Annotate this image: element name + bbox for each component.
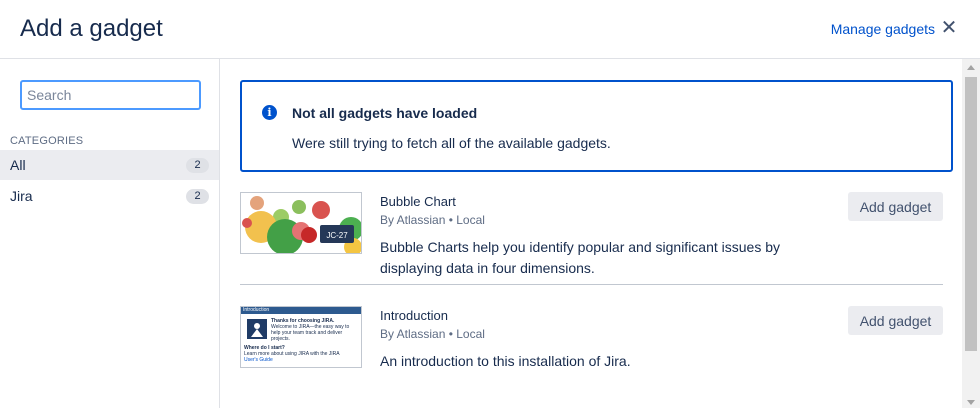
bubble-chart-tooltip: JC-27 [326, 231, 348, 240]
add-gadget-button[interactable]: Add gadget [848, 192, 943, 221]
scroll-down-arrow-icon[interactable] [967, 400, 975, 405]
category-label: All [10, 157, 26, 173]
gadget-list-panel: i Not all gadgets have loaded Were still… [220, 59, 962, 408]
intro-thumbnail-title: Introduction [241, 307, 361, 314]
category-count-badge: 2 [186, 189, 209, 204]
introduction-thumbnail: Introduction Thanks for choosing JIRA. W… [240, 306, 362, 368]
vertical-scrollbar[interactable] [962, 59, 980, 408]
jira-logo-icon [247, 319, 267, 339]
info-icon: i [262, 105, 277, 120]
manage-gadgets-link[interactable]: Manage gadgets [831, 21, 935, 37]
scroll-up-arrow-icon[interactable] [967, 65, 975, 70]
add-gadget-button[interactable]: Add gadget [848, 306, 943, 335]
category-count-badge: 2 [186, 158, 209, 173]
category-item-jira[interactable]: Jira 2 [0, 181, 219, 211]
gadget-item-introduction: Introduction Thanks for choosing JIRA. W… [240, 306, 943, 406]
gadget-author: By Atlassian • Local [380, 213, 485, 227]
bubble-chart-thumbnail: JC-27 [240, 192, 362, 254]
dialog-header: Add a gadget Manage gadgets ✕ [0, 0, 980, 59]
bubble-chart-thumbnail-image: JC-27 [242, 196, 361, 253]
intro-thumbnail-line: projects. [271, 336, 290, 342]
category-label: Jira [10, 188, 33, 204]
gadget-description: An introduction to this installation of … [380, 353, 631, 369]
intro-thumbnail-line: User's Guide [244, 357, 273, 363]
info-banner: i Not all gadgets have loaded Were still… [240, 80, 953, 172]
banner-text: Were still trying to fetch all of the av… [292, 135, 611, 151]
banner-title: Not all gadgets have loaded [292, 105, 478, 121]
dialog-title: Add a gadget [20, 15, 163, 42]
gadget-description: Bubble Charts help you identify popular … [380, 239, 781, 276]
gadget-name: Bubble Chart [380, 194, 456, 209]
gadget-author: By Atlassian • Local [380, 327, 485, 341]
search-input[interactable] [20, 80, 201, 110]
category-item-all[interactable]: All 2 [0, 150, 219, 180]
categories-heading: CATEGORIES [10, 135, 84, 147]
jira-logo-icon-image [251, 323, 263, 337]
category-sidebar: CATEGORIES All 2 Jira 2 [0, 59, 220, 408]
close-icon[interactable]: ✕ [940, 17, 958, 39]
gadget-name: Introduction [380, 308, 448, 323]
gadget-item-bubble-chart: JC-27 Bubble Chart By Atlassian • Local … [240, 192, 943, 285]
scrollbar-thumb[interactable] [965, 77, 977, 351]
